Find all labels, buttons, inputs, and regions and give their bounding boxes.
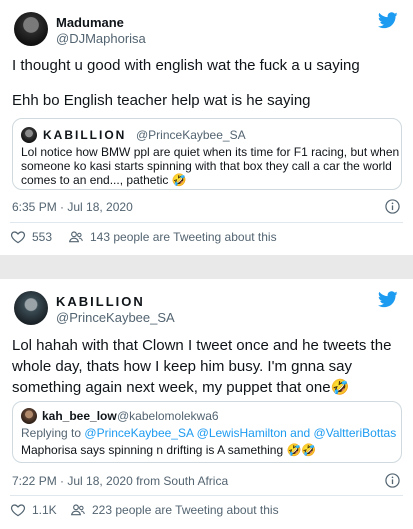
quote-avatar xyxy=(21,127,37,143)
quoted-tweet[interactable]: kah_bee_low @kabelomolekwa6 Replying to … xyxy=(12,401,402,463)
quote-text-line: Maphorisa says spinning n drifting is A … xyxy=(21,443,317,457)
like-count: 1.1K xyxy=(32,503,57,517)
quote-author-name: KABILLION xyxy=(43,128,127,142)
reply-mentions[interactable]: @PrinceKaybee_SA @LewisHamilton and @Val… xyxy=(84,426,396,440)
heart-icon xyxy=(10,504,26,517)
people-icon xyxy=(68,231,83,243)
info-icon[interactable] xyxy=(385,473,400,488)
info-icon[interactable] xyxy=(385,199,400,214)
tweet-text-line: something again next week, my puppet tha… xyxy=(12,379,350,396)
quote-reply-context: Replying to @PrinceKaybee_SA @LewisHamil… xyxy=(21,426,396,440)
people-icon xyxy=(70,504,85,516)
tweeting-about-link[interactable]: 223 people are Tweeting about this xyxy=(70,502,279,518)
divider xyxy=(10,495,403,496)
quote-text-line: comes to an end..., pathetic 🤣 xyxy=(21,173,187,187)
author-name[interactable]: Madumane xyxy=(56,15,124,30)
tweet-text-line: whole day, thats how I keep him busy. I'… xyxy=(12,358,352,375)
quoted-tweet[interactable]: KABILLION @PrinceKaybee_SA Lol notice ho… xyxy=(12,118,402,190)
tweet-text-line: I thought u good with english wat the fu… xyxy=(12,57,360,74)
tweet-text-line: Lol hahah with that Clown I tweet once a… xyxy=(12,337,392,354)
tweet-text-line: Ehh bo English teacher help wat is he sa… xyxy=(12,92,311,109)
tweet-card-kabillion: KABILLION @PrinceKaybee_SA Lol hahah wit… xyxy=(0,279,413,529)
twitter-bird-icon[interactable] xyxy=(378,291,398,308)
tweet-timestamp[interactable]: 7:22 PM · Jul 18, 2020 from South Africa xyxy=(12,474,228,488)
author-handle[interactable]: @DJMaphorisa xyxy=(56,31,146,46)
like-button[interactable]: 1.1K xyxy=(10,502,57,518)
tweet-timestamp[interactable]: 6:35 PM · Jul 18, 2020 xyxy=(12,200,133,214)
divider xyxy=(10,222,403,223)
tweet-card-madumane: Madumane @DJMaphorisa I thought u good w… xyxy=(0,0,413,255)
like-button[interactable]: 553 xyxy=(10,229,52,245)
quote-author-handle: @kabelomolekwa6 xyxy=(117,409,219,423)
quote-avatar xyxy=(21,408,37,424)
tweeting-count: 223 people are Tweeting about this xyxy=(92,503,279,517)
avatar[interactable] xyxy=(14,291,48,325)
tweeting-about-link[interactable]: 143 people are Tweeting about this xyxy=(68,229,277,245)
replying-to-label: Replying to xyxy=(21,426,82,440)
heart-icon xyxy=(10,231,26,244)
quote-author-name: kah_bee_low xyxy=(42,409,117,423)
author-handle[interactable]: @PrinceKaybee_SA xyxy=(56,310,175,325)
like-count: 553 xyxy=(32,230,53,244)
twitter-bird-icon[interactable] xyxy=(378,12,398,29)
avatar[interactable] xyxy=(14,12,48,46)
author-name[interactable]: KABILLION xyxy=(56,294,145,309)
quote-author-handle: @PrinceKaybee_SA xyxy=(136,128,246,142)
tweeting-count: 143 people are Tweeting about this xyxy=(90,230,277,244)
